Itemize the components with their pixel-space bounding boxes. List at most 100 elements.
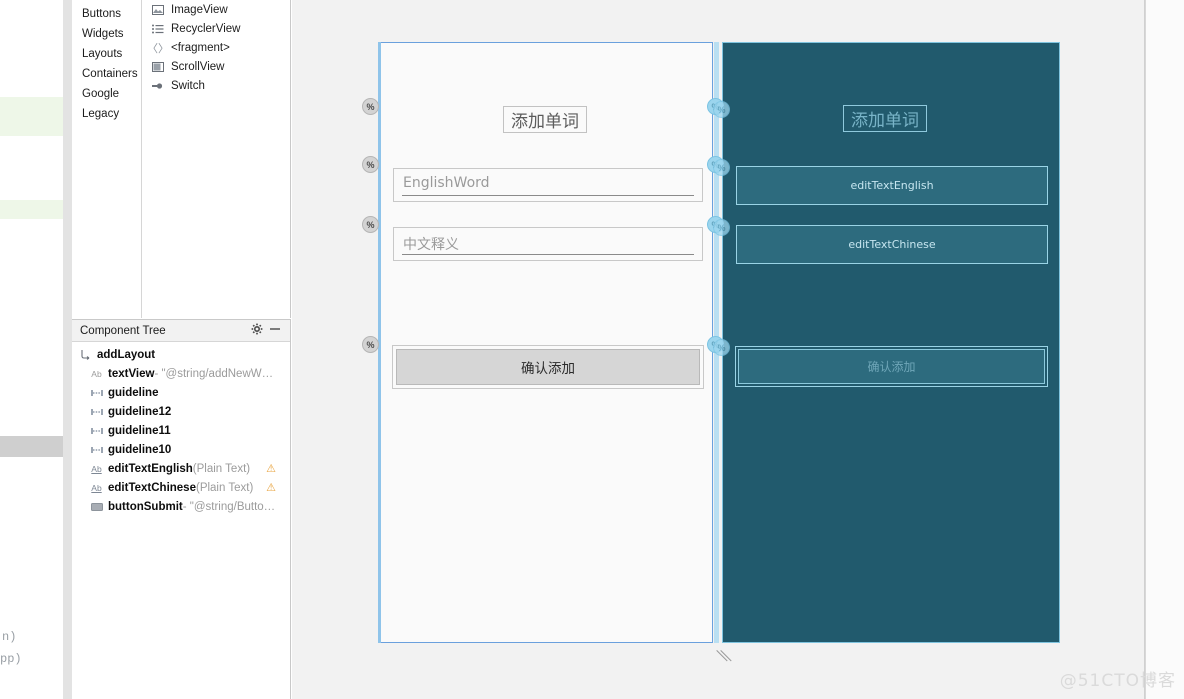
- palette-group-google[interactable]: Google: [72, 84, 141, 104]
- palette-item-label: ScrollView: [171, 60, 225, 73]
- blueprint-edittext-chinese-label: editTextChinese: [848, 238, 936, 251]
- switch-icon: [151, 80, 165, 92]
- warning-icon[interactable]: ⚠: [266, 481, 276, 494]
- palette-group-widgets[interactable]: Widgets: [72, 24, 141, 44]
- preview-submit-button-wrapper[interactable]: 确认添加: [392, 345, 704, 389]
- tree-row-label: guideline11: [108, 424, 171, 437]
- palette-panel: Buttons Widgets Layouts Containers Googl…: [72, 0, 291, 318]
- percent-icon: %: [366, 219, 375, 230]
- preview-title-label: 添加单词: [511, 112, 579, 132]
- preview-edittext-chinese-placeholder: 中文释义: [403, 237, 459, 253]
- percent-icon: %: [366, 339, 375, 350]
- blueprint-edittext-english-label: editTextEnglish: [850, 179, 934, 192]
- edittext-icon: Ab: [91, 482, 102, 493]
- palette-item-label: Switch: [171, 79, 205, 92]
- preview-edittext-chinese[interactable]: 中文释义: [393, 227, 703, 261]
- palette-item-label: <fragment>: [171, 41, 230, 54]
- design-canvas[interactable]: 添加单词 EnglishWord 中文释义 确认添加 添加单词 editText…: [292, 0, 1145, 699]
- tree-row-label: textView: [108, 367, 155, 380]
- palette-item-label: RecyclerView: [171, 22, 241, 35]
- minimize-icon[interactable]: [266, 323, 284, 338]
- palette-item-scrollview[interactable]: ScrollView: [143, 57, 290, 76]
- recycler-view-icon: [151, 23, 165, 35]
- preview-title-textview[interactable]: 添加单词: [503, 106, 587, 133]
- guideline-icon: [89, 446, 104, 454]
- blueprint-title-textview[interactable]: 添加单词: [843, 105, 927, 132]
- palette-item-recyclerview[interactable]: RecyclerView: [143, 19, 290, 38]
- guideline-percent-marker-4[interactable]: %: [362, 336, 379, 353]
- guideline-percent-marker-1[interactable]: %: [362, 98, 379, 115]
- blueprint-edittext-english[interactable]: editTextEnglish: [736, 166, 1048, 205]
- blueprint-surface-device[interactable]: 添加单词 editTextEnglish editTextChinese 确认添…: [722, 42, 1060, 643]
- gear-icon[interactable]: [248, 323, 266, 338]
- guideline-icon: [89, 408, 104, 416]
- palette-group-label: Containers: [82, 68, 138, 80]
- tree-row-label: addLayout: [97, 348, 156, 361]
- palette-group-buttons[interactable]: Buttons: [72, 4, 141, 24]
- tree-row-guideline12[interactable]: guideline12: [72, 402, 290, 421]
- constraint-layout-icon: [78, 349, 93, 360]
- editor-code-fragment: n): [2, 630, 17, 644]
- tree-row-guideline11[interactable]: guideline11: [72, 421, 290, 440]
- tree-row-addlayout[interactable]: addLayout: [72, 345, 290, 364]
- blueprint-edittext-chinese[interactable]: editTextChinese: [736, 225, 1048, 264]
- tree-row-edittextenglish[interactable]: Ab editTextEnglish (Plain Text) ⚠: [72, 459, 290, 478]
- tree-row-sublabel: (Plain Text): [192, 462, 251, 475]
- image-view-icon: [151, 4, 165, 16]
- percent-icon: %: [717, 104, 726, 115]
- tree-row-textview[interactable]: Ab textView - "@string/addNewW…: [72, 364, 290, 383]
- tree-row-guideline[interactable]: guideline: [72, 383, 290, 402]
- component-tree-title: Component Tree: [80, 324, 166, 337]
- preview-submit-button-label: 确认添加: [521, 361, 575, 377]
- palette-group-label: Legacy: [82, 108, 120, 120]
- tree-row-label: guideline: [108, 386, 159, 399]
- guideline-icon: [89, 427, 104, 435]
- preview-submit-button[interactable]: 确认添加: [396, 349, 700, 385]
- percent-icon: %: [366, 101, 375, 112]
- warning-icon[interactable]: ⚠: [266, 462, 276, 475]
- palette-group-label: Buttons: [82, 8, 121, 20]
- editor-selection-band: [0, 436, 63, 457]
- right-tool-strip: [1146, 0, 1184, 699]
- palette-group-legacy[interactable]: Legacy: [72, 104, 141, 124]
- percent-icon: %: [717, 342, 726, 353]
- tree-row-guideline10[interactable]: guideline10: [72, 440, 290, 459]
- watermark: @51CTO博客: [1059, 671, 1176, 691]
- tree-row-buttonsubmit[interactable]: buttonSubmit - "@string/Butto…: [72, 497, 290, 516]
- editor-highlight-line: [0, 200, 63, 219]
- percent-icon: %: [366, 159, 375, 170]
- blueprint-submit-button-wrapper[interactable]: 确认添加: [735, 346, 1048, 387]
- guideline-percent-marker-3[interactable]: %: [362, 216, 379, 233]
- palette-group-label: Layouts: [82, 48, 123, 60]
- design-surface-device[interactable]: 添加单词 EnglishWord 中文释义 确认添加: [378, 42, 713, 643]
- palette-item-switch[interactable]: Switch: [143, 76, 290, 95]
- preview-edittext-english-placeholder: EnglishWord: [403, 175, 490, 191]
- palette-group-containers[interactable]: Containers: [72, 64, 141, 84]
- blueprint-guideline-marker-4b[interactable]: %: [713, 339, 730, 356]
- canvas-resize-handle[interactable]: [716, 648, 732, 662]
- ide-window: n) pp) Buttons Widgets Layouts Container…: [0, 0, 1184, 699]
- blueprint-guideline-marker-3b[interactable]: %: [713, 219, 730, 236]
- tree-row-sublabel: - "@string/addNewW…: [154, 367, 274, 380]
- percent-icon: %: [717, 222, 726, 233]
- edittext-underline: [402, 195, 694, 196]
- blueprint-guideline-marker-2b[interactable]: %: [713, 159, 730, 176]
- editor-code-fragment: pp): [0, 652, 22, 666]
- palette-group-layouts[interactable]: Layouts: [72, 44, 141, 64]
- palette-item-imageview[interactable]: ImageView: [143, 0, 290, 19]
- blueprint-submit-button[interactable]: 确认添加: [738, 349, 1045, 384]
- preview-edittext-english[interactable]: EnglishWord: [393, 168, 703, 202]
- edittext-underline: [402, 254, 694, 255]
- tree-row-edittextchinese[interactable]: Ab editTextChinese (Plain Text) ⚠: [72, 478, 290, 497]
- editor-gutter-divider: [63, 0, 72, 699]
- palette-group-label: Google: [82, 88, 120, 100]
- editor-highlight-line: [0, 97, 63, 136]
- guideline-percent-marker-2[interactable]: %: [362, 156, 379, 173]
- tree-row-label: editTextEnglish: [108, 462, 193, 475]
- code-editor-strip[interactable]: n) pp): [0, 0, 63, 699]
- percent-icon: %: [717, 162, 726, 173]
- palette-item-fragment[interactable]: 〈〉 <fragment>: [143, 38, 290, 57]
- component-tree-rows: addLayout Ab textView - "@string/addNewW…: [72, 342, 290, 516]
- blueprint-guideline-marker-1b[interactable]: %: [713, 101, 730, 118]
- palette-item-list: ImageView RecyclerView 〈〉 <fragment> Scr…: [143, 0, 290, 318]
